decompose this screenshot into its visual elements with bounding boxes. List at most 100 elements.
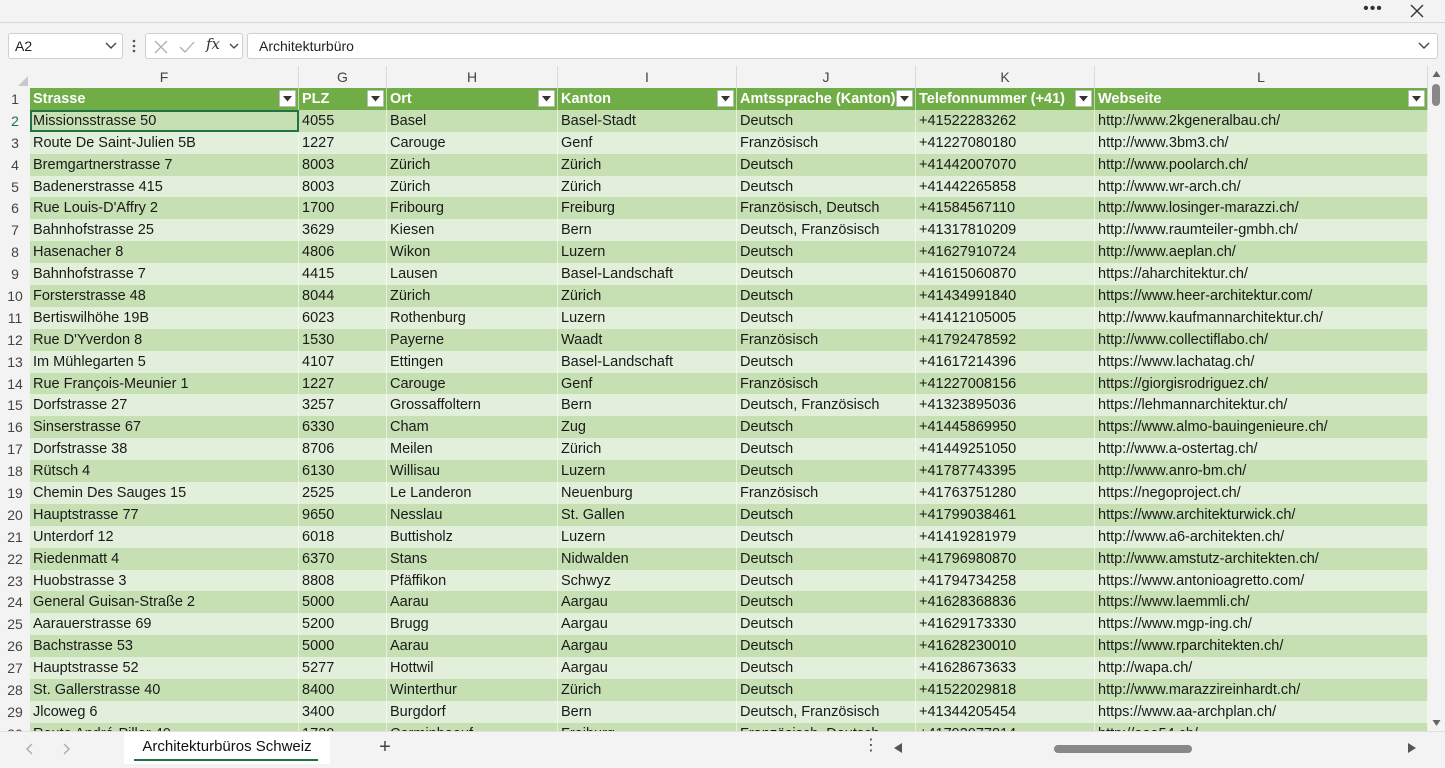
table-cell[interactable]: Carouge — [387, 372, 558, 395]
scroll-down-icon[interactable] — [1432, 719, 1441, 727]
column-header-l[interactable]: L — [1095, 66, 1428, 88]
row-header[interactable]: 1 — [0, 88, 30, 110]
table-cell[interactable]: +41419281979 — [916, 525, 1095, 548]
table-cell[interactable]: https://www.architekturwick.ch/ — [1095, 503, 1428, 526]
table-cell[interactable]: St. Gallerstrasse 40 — [30, 679, 299, 701]
table-cell[interactable]: https://negoproject.ch/ — [1095, 482, 1428, 504]
table-cell[interactable]: Aarau — [387, 591, 558, 614]
table-cell[interactable]: Chemin Des Sauges 15 — [30, 482, 299, 504]
table-cell[interactable]: Dorfstrasse 27 — [30, 394, 299, 417]
table-cell[interactable]: 4415 — [299, 263, 387, 286]
table-cell[interactable]: Genf — [558, 372, 737, 395]
column-header-j[interactable]: J — [737, 66, 916, 88]
table-cell[interactable]: +41796980870 — [916, 547, 1095, 570]
table-cell[interactable]: General Guisan-Straße 2 — [30, 591, 299, 614]
table-cell[interactable]: Deutsch — [737, 613, 916, 636]
scroll-left-icon[interactable] — [893, 742, 903, 754]
table-cell[interactable]: Deutsch — [737, 679, 916, 701]
table-cell[interactable]: Zürich — [558, 153, 737, 176]
chevron-down-icon[interactable] — [228, 39, 240, 53]
row-header[interactable]: 9 — [0, 263, 30, 286]
table-cell[interactable]: Forsterstrasse 48 — [30, 285, 299, 307]
table-cell[interactable]: Bern — [558, 219, 737, 242]
table-cell[interactable]: Aarau — [387, 635, 558, 658]
table-cell[interactable]: Rue François-Meunier 1 — [30, 372, 299, 395]
row-header[interactable]: 14 — [0, 372, 30, 395]
table-cell[interactable]: +41445869950 — [916, 416, 1095, 439]
row-header[interactable]: 18 — [0, 460, 30, 483]
table-cell[interactable]: http://www.poolarch.ch/ — [1095, 153, 1428, 176]
table-cell[interactable]: Grossaffoltern — [387, 394, 558, 417]
table-cell[interactable]: Rue Louis-D'Affry 2 — [30, 197, 299, 220]
table-cell[interactable]: +41317810209 — [916, 219, 1095, 242]
table-cell[interactable]: 4806 — [299, 241, 387, 264]
table-cell[interactable]: Deutsch — [737, 241, 916, 264]
table-cell[interactable]: http://www.amstutz-architekten.ch/ — [1095, 547, 1428, 570]
column-title-cell[interactable]: PLZ — [299, 88, 387, 110]
table-cell[interactable]: Unterdorf 12 — [30, 525, 299, 548]
table-cell[interactable]: Lausen — [387, 263, 558, 286]
table-cell[interactable]: Rue D'Yverdon 8 — [30, 328, 299, 351]
row-header[interactable]: 15 — [0, 394, 30, 417]
table-cell[interactable]: Ettingen — [387, 350, 558, 373]
table-cell[interactable]: +41522283262 — [916, 109, 1095, 132]
table-cell[interactable]: Bern — [558, 700, 737, 723]
table-cell[interactable]: Cham — [387, 416, 558, 439]
table-cell[interactable]: Carouge — [387, 131, 558, 154]
table-cell[interactable]: Deutsch — [737, 460, 916, 483]
table-cell[interactable]: 5277 — [299, 657, 387, 680]
column-title-cell[interactable]: Webseite — [1095, 88, 1428, 110]
table-cell[interactable]: Deutsch — [737, 503, 916, 526]
table-cell[interactable]: Brugg — [387, 613, 558, 636]
table-cell[interactable]: Schwyz — [558, 569, 737, 592]
insert-function-button[interactable]: fx — [206, 35, 220, 53]
table-cell[interactable]: +41442007070 — [916, 153, 1095, 176]
table-cell[interactable]: Badenerstrasse 415 — [30, 175, 299, 198]
table-cell[interactable]: Deutsch, Französisch — [737, 394, 916, 417]
row-header[interactable]: 16 — [0, 416, 30, 439]
table-cell[interactable]: Waadt — [558, 328, 737, 351]
table-cell[interactable]: +41628230010 — [916, 635, 1095, 658]
table-cell[interactable]: Stans — [387, 547, 558, 570]
table-cell[interactable]: 8706 — [299, 438, 387, 461]
table-cell[interactable]: Deutsch — [737, 109, 916, 132]
table-cell[interactable]: https://www.aa-archplan.ch/ — [1095, 700, 1428, 723]
filter-dropdown-button[interactable] — [1408, 90, 1425, 107]
table-cell[interactable]: Corminboeuf — [387, 722, 558, 731]
table-cell[interactable]: Luzern — [558, 241, 737, 264]
table-cell[interactable]: 6330 — [299, 416, 387, 439]
table-cell[interactable]: Deutsch — [737, 657, 916, 680]
row-header[interactable]: 21 — [0, 525, 30, 548]
table-cell[interactable]: http://www.a-ostertag.ch/ — [1095, 438, 1428, 461]
scroll-up-icon[interactable] — [1432, 70, 1441, 78]
table-cell[interactable]: Basel-Stadt — [558, 109, 737, 132]
table-cell[interactable]: Zürich — [387, 153, 558, 176]
table-cell[interactable]: +41627910724 — [916, 241, 1095, 264]
table-cell[interactable]: Hauptstrasse 77 — [30, 503, 299, 526]
table-cell[interactable]: +41794734258 — [916, 569, 1095, 592]
table-cell[interactable]: http://www.collectiflabo.ch/ — [1095, 328, 1428, 351]
table-cell[interactable]: +41793077814 — [916, 722, 1095, 731]
table-cell[interactable]: 2525 — [299, 482, 387, 504]
table-cell[interactable]: 3400 — [299, 700, 387, 723]
row-header[interactable]: 30 — [0, 722, 30, 731]
confirm-check-icon[interactable] — [178, 38, 196, 56]
table-cell[interactable]: Nesslau — [387, 503, 558, 526]
table-cell[interactable]: Deutsch — [737, 306, 916, 329]
table-cell[interactable]: Luzern — [558, 460, 737, 483]
row-header[interactable]: 23 — [0, 569, 30, 592]
table-cell[interactable]: Zürich — [558, 175, 737, 198]
filter-dropdown-button[interactable] — [279, 90, 296, 107]
row-header[interactable]: 27 — [0, 657, 30, 680]
table-cell[interactable]: Fribourg — [387, 197, 558, 220]
table-cell[interactable]: Französisch — [737, 372, 916, 395]
table-cell[interactable]: Aargau — [558, 657, 737, 680]
table-cell[interactable]: http://www.wr-arch.ch/ — [1095, 175, 1428, 198]
table-cell[interactable]: +41323895036 — [916, 394, 1095, 417]
table-cell[interactable]: Meilen — [387, 438, 558, 461]
table-cell[interactable]: Zürich — [387, 285, 558, 307]
table-cell[interactable]: Payerne — [387, 328, 558, 351]
table-cell[interactable]: Neuenburg — [558, 482, 737, 504]
table-cell[interactable]: http://www.anro-bm.ch/ — [1095, 460, 1428, 483]
table-cell[interactable]: 6023 — [299, 306, 387, 329]
